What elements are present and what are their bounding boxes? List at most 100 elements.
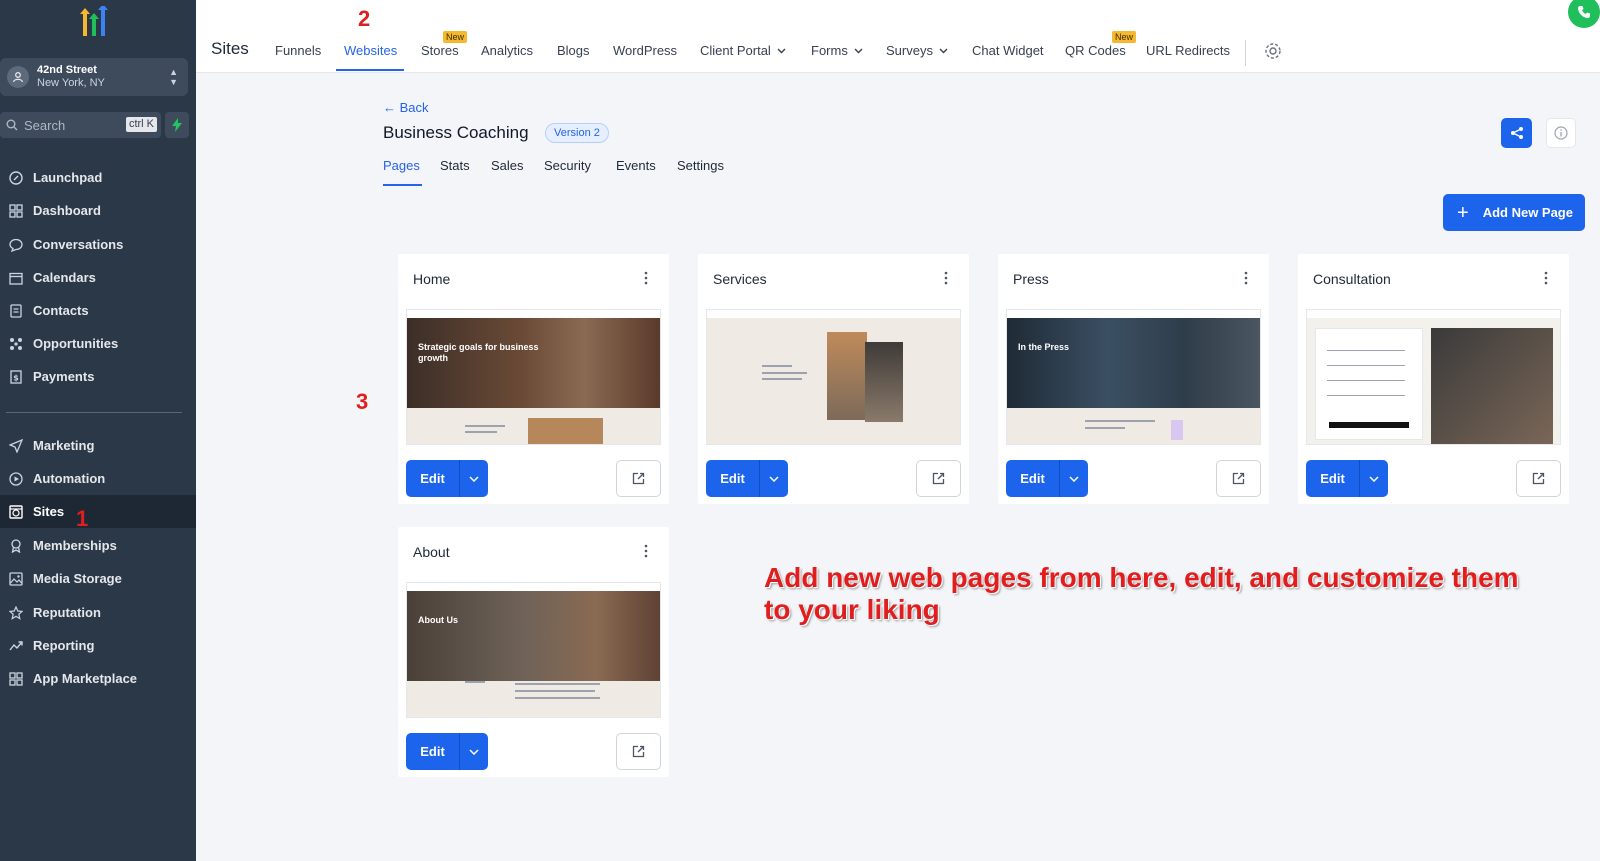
back-link[interactable]: ← Back xyxy=(383,100,429,115)
preview-header xyxy=(407,310,660,318)
edit-dropdown-button[interactable] xyxy=(759,460,788,497)
edit-dropdown-button[interactable] xyxy=(1359,460,1388,497)
chevron-down-icon xyxy=(1069,475,1079,482)
tab-security[interactable]: Security xyxy=(544,158,591,173)
external-link-icon xyxy=(632,472,645,485)
dashboard-icon xyxy=(8,203,24,219)
edit-dropdown-button[interactable] xyxy=(459,460,488,497)
more-vertical-icon[interactable] xyxy=(641,543,651,559)
more-vertical-icon[interactable] xyxy=(641,270,651,286)
location-city: New York, NY xyxy=(37,77,105,89)
edit-button[interactable]: Edit xyxy=(706,460,759,497)
sidebar-item-memberships[interactable]: Memberships xyxy=(0,529,196,562)
trend-icon xyxy=(8,638,24,654)
page-card-press: Press In the Press Edit xyxy=(998,254,1269,504)
tab-stats[interactable]: Stats xyxy=(440,158,470,173)
sidebar-divider xyxy=(6,412,182,413)
sidebar-item-sites[interactable]: Sites xyxy=(0,495,196,528)
edit-button[interactable]: Edit xyxy=(1006,460,1059,497)
open-external-button[interactable] xyxy=(616,733,661,770)
edit-dropdown-button[interactable] xyxy=(1059,460,1088,497)
chevron-down-icon xyxy=(469,475,479,482)
nav-forms[interactable]: Forms xyxy=(811,43,863,58)
sidebar-item-label: Media Storage xyxy=(33,571,122,586)
sidebar-item-label: Launchpad xyxy=(33,170,103,185)
preview-header xyxy=(707,310,960,318)
page-card-title: About xyxy=(413,544,450,560)
chevron-down-icon xyxy=(854,48,863,53)
more-vertical-icon[interactable] xyxy=(1241,270,1251,286)
app-logo[interactable] xyxy=(74,4,114,42)
add-new-page-button[interactable]: + Add New Page xyxy=(1443,194,1585,231)
nav-url-redirects[interactable]: URL Redirects xyxy=(1146,43,1230,58)
edit-button[interactable]: Edit xyxy=(406,460,459,497)
sidebar-item-opportunities[interactable]: Opportunities xyxy=(0,327,196,360)
nav-stores[interactable]: Stores xyxy=(421,43,459,58)
preview-text-line xyxy=(1085,420,1155,422)
share-icon xyxy=(1510,127,1523,139)
sidebar-item-media-storage[interactable]: Media Storage xyxy=(0,562,196,595)
sidebar-item-dashboard[interactable]: Dashboard xyxy=(0,194,196,227)
location-name: 42nd Street xyxy=(37,64,97,76)
sidebar-item-app-marketplace[interactable]: App Marketplace xyxy=(0,662,196,695)
active-tab-underline xyxy=(383,184,422,186)
more-vertical-icon[interactable] xyxy=(1541,270,1551,286)
search-icon xyxy=(6,119,18,131)
share-button[interactable] xyxy=(1501,118,1532,148)
nav-qr-codes[interactable]: QR Codes xyxy=(1065,43,1126,58)
nav-surveys[interactable]: Surveys xyxy=(886,43,948,58)
tab-settings[interactable]: Settings xyxy=(677,158,724,173)
nav-chat-widget[interactable]: Chat Widget xyxy=(972,43,1044,58)
sidebar-item-reputation[interactable]: Reputation xyxy=(0,596,196,629)
gear-icon[interactable] xyxy=(1263,41,1283,61)
page-preview-thumbnail[interactable] xyxy=(1306,309,1561,445)
preview-text-line xyxy=(465,431,497,433)
sidebar-item-reporting[interactable]: Reporting xyxy=(0,629,196,662)
nav-analytics[interactable]: Analytics xyxy=(481,43,533,58)
open-external-button[interactable] xyxy=(916,460,961,497)
sidebar-item-contacts[interactable]: Contacts xyxy=(0,294,196,327)
sidebar-item-marketing[interactable]: Marketing xyxy=(0,429,196,462)
quick-action-button[interactable] xyxy=(165,112,189,138)
nav-wordpress[interactable]: WordPress xyxy=(613,43,677,58)
open-external-button[interactable] xyxy=(1216,460,1261,497)
sidebar-item-label: Conversations xyxy=(33,237,124,252)
page-preview-thumbnail[interactable]: Strategic goals for business growth xyxy=(406,309,661,445)
sidebar-item-label: Memberships xyxy=(33,538,117,553)
nav-label: Surveys xyxy=(886,43,933,58)
preview-text-line xyxy=(1327,365,1405,366)
calendar-icon xyxy=(8,270,24,286)
chevron-updown-icon: ▲ ▼ xyxy=(169,67,178,87)
edit-dropdown-button[interactable] xyxy=(459,733,488,770)
info-button[interactable] xyxy=(1546,118,1576,148)
page-card-title: Home xyxy=(413,271,451,287)
more-vertical-icon[interactable] xyxy=(941,270,951,286)
preview-text-line xyxy=(515,690,595,692)
page-card-title: Consultation xyxy=(1313,271,1391,287)
page-preview-thumbnail[interactable]: About Us xyxy=(406,582,661,718)
nav-blogs[interactable]: Blogs xyxy=(557,43,590,58)
sidebar-item-automation[interactable]: Automation xyxy=(0,462,196,495)
page-preview-thumbnail[interactable] xyxy=(706,309,961,445)
tab-events[interactable]: Events xyxy=(616,158,656,173)
nav-funnels[interactable]: Funnels xyxy=(275,43,321,58)
edit-button[interactable]: Edit xyxy=(406,733,459,770)
edit-button[interactable]: Edit xyxy=(1306,460,1359,497)
sidebar-item-calendars[interactable]: Calendars xyxy=(0,261,196,294)
add-new-page-label: Add New Page xyxy=(1482,205,1573,220)
search-input[interactable]: Search ctrl K xyxy=(0,112,161,138)
page-preview-thumbnail[interactable]: In the Press xyxy=(1006,309,1261,445)
tab-sales[interactable]: Sales xyxy=(491,158,524,173)
sidebar-item-launchpad[interactable]: Launchpad xyxy=(0,161,196,194)
open-external-button[interactable] xyxy=(616,460,661,497)
preview-text-line xyxy=(1327,395,1405,396)
tab-pages[interactable]: Pages xyxy=(383,158,420,173)
sidebar-item-label: Reporting xyxy=(33,638,95,653)
nav-websites[interactable]: Websites xyxy=(344,43,397,58)
version-badge: Version 2 xyxy=(545,123,609,143)
open-external-button[interactable] xyxy=(1516,460,1561,497)
sidebar-item-payments[interactable]: $ Payments xyxy=(0,360,196,393)
sidebar-item-conversations[interactable]: Conversations xyxy=(0,228,196,261)
location-switcher[interactable]: 42nd Street New York, NY ▲ ▼ xyxy=(0,58,188,96)
nav-client-portal[interactable]: Client Portal xyxy=(700,43,786,58)
